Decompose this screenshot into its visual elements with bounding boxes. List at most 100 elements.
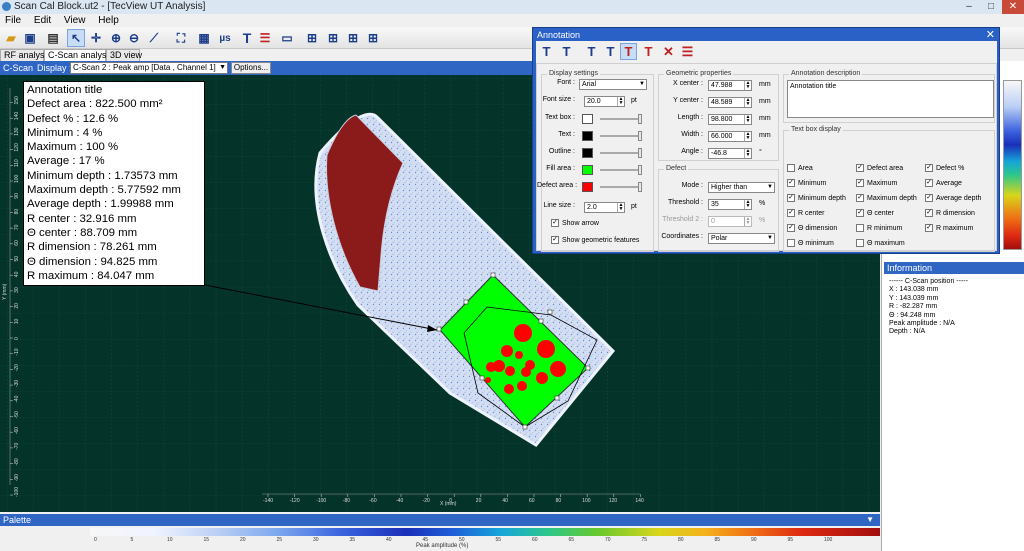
text-box-opacity-slider[interactable] (600, 114, 642, 124)
checkbox-maximum[interactable]: ✓ Maximum (856, 179, 897, 187)
pointer-icon[interactable]: ↖ (67, 29, 85, 47)
spinner-icon[interactable]: ▲ ▼ (744, 81, 751, 90)
zoom-out-icon[interactable]: ⊖ (125, 29, 143, 47)
tab-3d-view[interactable]: 3D view (106, 49, 142, 61)
maximize-button[interactable]: □ (980, 0, 1002, 14)
microseconds-icon[interactable]: µs (216, 29, 234, 47)
checkbox-label: Defect % (936, 164, 965, 172)
description-textarea[interactable]: Annotation title (787, 80, 994, 118)
outline-opacity-slider[interactable] (600, 148, 642, 158)
close-icon[interactable]: ✕ (986, 28, 995, 41)
spinner-icon[interactable]: ▲ ▼ (617, 203, 624, 212)
checkbox-box: ✓ (787, 179, 795, 187)
width-input[interactable]: 66.000 ▲ ▼ (708, 131, 752, 142)
grid-icon[interactable]: ▦ (195, 29, 213, 47)
palette-tick-label: 35 (349, 537, 356, 543)
list-icon[interactable]: ☰ (679, 43, 696, 60)
checkbox--minimum[interactable]: Θ minimum (787, 239, 834, 247)
checkbox-box: ✓ (856, 164, 864, 172)
text-color-swatch[interactable] (582, 131, 593, 141)
checkbox-area[interactable]: Area (787, 164, 813, 172)
spinner-icon[interactable]: ▲ ▼ (744, 115, 751, 124)
menu-view[interactable]: View (59, 14, 91, 26)
options-button[interactable]: Options... (231, 62, 271, 74)
text-box-icon[interactable]: T (583, 43, 600, 60)
angle-input[interactable]: -46.8 ▲ ▼ (708, 148, 752, 159)
checkbox-minimum-depth[interactable]: ✓ Minimum depth (787, 194, 846, 202)
length-input[interactable]: 98.800 ▲ ▼ (708, 114, 752, 125)
y-center-input[interactable]: 48.589 ▲ ▼ (708, 97, 752, 108)
delete-annotation-icon[interactable]: ✕ (660, 43, 677, 60)
menu-edit[interactable]: Edit (29, 14, 56, 26)
chevron-down-icon[interactable]: ▼ (866, 514, 874, 526)
ruler-icon[interactable]: ⟋ (145, 29, 163, 47)
x-center-input[interactable]: 47.988 ▲ ▼ (708, 80, 752, 91)
tab-cscan-analysis[interactable]: C-Scan analysis (44, 49, 113, 61)
menu-file[interactable]: File (0, 14, 26, 26)
show-geometric-checkbox[interactable]: ✓ Show geometric features (551, 236, 639, 244)
defect-zone2-icon[interactable]: T (640, 43, 657, 60)
open-folder-icon[interactable]: ▰ (2, 29, 20, 47)
spinner-icon[interactable]: ▲ ▼ (617, 97, 624, 106)
line-size-input[interactable]: 2.0 ▲ ▼ (584, 202, 625, 213)
text-small-icon[interactable]: T (558, 43, 575, 60)
angle-label: Angle : (681, 148, 703, 155)
gate3-icon[interactable]: ⊞ (344, 29, 362, 47)
checkbox-average[interactable]: ✓ Average (925, 179, 962, 187)
text-annotation-icon[interactable]: T (538, 43, 555, 60)
text-icon[interactable]: T (238, 29, 256, 47)
checkbox-average-depth[interactable]: ✓ Average depth (925, 194, 981, 202)
comment-icon[interactable]: ▭ (278, 29, 296, 47)
checkbox-r-center[interactable]: ✓ R center (787, 209, 824, 217)
close-window-button[interactable]: ✕ (1002, 0, 1024, 14)
checkbox--maximum[interactable]: Θ maximum (856, 239, 905, 247)
checkbox-maximum-depth[interactable]: ✓ Maximum depth (856, 194, 917, 202)
x-tick-label: -100 (316, 498, 326, 504)
checkbox--center[interactable]: ✓ Θ center (856, 209, 894, 217)
defect-list-icon[interactable]: ☰ (256, 29, 274, 47)
checkbox--dimension[interactable]: ✓ Θ dimension (787, 224, 837, 232)
font-select[interactable]: Arial ▼ (579, 79, 647, 90)
spinner-icon[interactable]: ▲ ▼ (744, 200, 751, 209)
text-box-color-swatch[interactable] (582, 114, 593, 124)
zoom-in-icon[interactable]: ⊕ (107, 29, 125, 47)
checkbox-r-dimension[interactable]: ✓ R dimension (925, 209, 975, 217)
checkbox-r-minimum[interactable]: R minimum (856, 224, 902, 232)
y-tick-label: -80 (14, 458, 20, 465)
threshold-input[interactable]: 35 ▲ ▼ (708, 199, 752, 210)
defect-zone-icon[interactable]: T (620, 43, 637, 60)
fit-icon[interactable]: ⛶ (172, 29, 190, 47)
defect-area-color-swatch[interactable] (582, 182, 593, 192)
checkbox-minimum[interactable]: ✓ Minimum (787, 179, 826, 187)
text-opacity-slider[interactable] (600, 131, 642, 141)
menu-help[interactable]: Help (93, 14, 124, 26)
coordinates-select[interactable]: Polar ▼ (708, 233, 775, 244)
checkbox-r-maximum[interactable]: ✓ R maximum (925, 224, 973, 232)
show-arrow-checkbox[interactable]: ✓ Show arrow (551, 219, 599, 227)
gate-icon[interactable]: ⊞ (303, 29, 321, 47)
mode-select[interactable]: Higher than ▼ (708, 182, 775, 193)
print-icon[interactable]: ▤ (44, 29, 62, 47)
annotation-text-box[interactable]: Annotation title Defect area : 822.500 m… (23, 81, 205, 286)
fill-area-color-swatch[interactable] (582, 165, 593, 175)
spinner-icon[interactable]: ▲ ▼ (744, 98, 751, 107)
display-select[interactable]: C-Scan 2 : Peak amp [Data , Channel 1] ▼ (70, 62, 228, 74)
spinner-icon[interactable]: ▲ ▼ (744, 217, 751, 226)
fill-area-opacity-slider[interactable] (600, 165, 642, 175)
gate4-icon[interactable]: ⊞ (364, 29, 382, 47)
text-circle-icon[interactable]: T (602, 43, 619, 60)
save-icon[interactable]: ▣ (21, 29, 39, 47)
checkbox-defect-[interactable]: ✓ Defect % (925, 164, 964, 172)
minimize-button[interactable]: – (958, 0, 980, 14)
spinner-icon[interactable]: ▲ ▼ (744, 132, 751, 141)
palette-gradient[interactable] (90, 528, 880, 536)
pan-icon[interactable]: ✛ (87, 29, 105, 47)
tab-rf-analysis[interactable]: RF analysis (0, 49, 51, 61)
spinner-icon[interactable]: ▲ ▼ (744, 149, 751, 158)
font-size-input[interactable]: 20.0 ▲ ▼ (584, 96, 625, 107)
gate2-icon[interactable]: ⊞ (324, 29, 342, 47)
checkbox-defect-area[interactable]: ✓ Defect area (856, 164, 903, 172)
defect-area-opacity-slider[interactable] (600, 182, 642, 192)
outline-color-swatch[interactable] (582, 148, 593, 158)
threshold2-input[interactable]: 0 ▲ ▼ (708, 216, 752, 227)
